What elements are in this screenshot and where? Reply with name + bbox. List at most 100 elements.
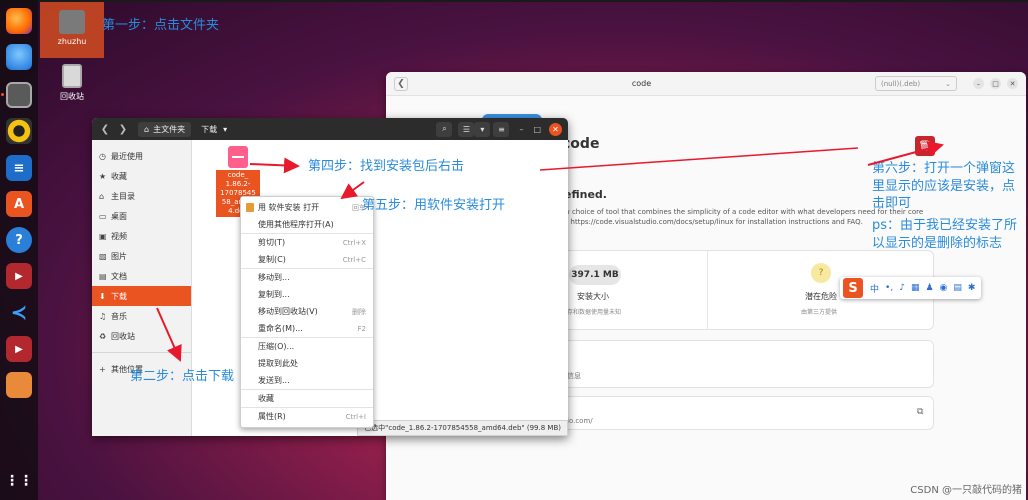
menu-item-extract-here[interactable]: 提取到此处 — [241, 355, 373, 372]
forward-nav-button[interactable]: ❯ — [116, 122, 130, 136]
menu-item-star[interactable]: 收藏 — [241, 390, 373, 407]
desktop-trash[interactable]: 回收站 — [40, 64, 104, 102]
menu-item-label: 重命名(M)... — [258, 324, 303, 333]
dock: ≡ A ? ▶ ≺ ▶ ⋮⋮ — [0, 0, 38, 500]
sidebar-item-documents[interactable]: ▤ 文档 — [92, 266, 191, 286]
menu-item-label: 复制(C) — [258, 255, 286, 264]
sidebar-item-pictures[interactable]: ▨ 图片 — [92, 246, 191, 266]
toolbox-icon[interactable]: ▤ — [953, 283, 962, 293]
menu-item-open-software-install[interactable]: 用 软件安装 打开 回车 — [241, 199, 373, 216]
back-button[interactable]: ❮ — [394, 76, 408, 91]
microphone-icon[interactable]: ♪ — [899, 283, 905, 293]
sidebar-item-starred[interactable]: ★ 收藏 — [92, 166, 191, 186]
maximize-button[interactable]: □ — [533, 125, 541, 134]
plus-icon: + — [99, 364, 106, 374]
details-info-text: 信息 — [567, 372, 581, 380]
close-button[interactable]: ✕ — [549, 122, 562, 136]
sidebar-item-music[interactable]: ♫ 音乐 — [92, 306, 191, 326]
sidebar-item-trash[interactable]: ♻ 回收站 — [92, 326, 191, 346]
source-select-value: (null)(.deb) — [881, 79, 921, 88]
watermark: CSDN @一只敲代码的猪 — [910, 485, 1022, 496]
list-view-icon: ☰ — [462, 124, 471, 134]
annotation-step5: 第五步：用软件安装打开 — [362, 198, 506, 213]
sidebar-item-videos[interactable]: ▣ 视频 — [92, 226, 191, 246]
skin-icon[interactable]: ♟ — [925, 283, 933, 293]
external-link-icon[interactable]: ⧉ — [917, 407, 923, 417]
menu-item-shortcut: Ctrl+I — [345, 412, 366, 421]
delete-button[interactable]: 🗑 — [915, 136, 935, 156]
link-text[interactable]: io.com/ — [567, 417, 593, 425]
menu-button[interactable]: ≡ — [493, 121, 510, 137]
sidebar-item-home[interactable]: ⌂ 主目录 — [92, 186, 191, 206]
ime-language-toggle[interactable]: 中 — [870, 282, 879, 295]
rhythmbox-icon[interactable] — [6, 118, 32, 144]
menu-item-label: 复制到... — [258, 290, 290, 299]
terminal-icon[interactable]: ▶ — [6, 263, 32, 289]
install-size-label: 安装大小 — [577, 292, 609, 301]
sidebar-item-recent[interactable]: ◷ 最近使用 — [92, 146, 191, 166]
menu-item-send-to[interactable]: 发送到... — [241, 372, 373, 389]
game-icon[interactable]: ◉ — [940, 283, 948, 293]
desktop-home-folder[interactable]: zhuzhu — [40, 2, 104, 58]
view-options-button[interactable]: ▾ — [474, 121, 491, 137]
firefox-icon[interactable] — [6, 8, 32, 34]
source-select[interactable]: (null)(.deb) ⌄ — [875, 76, 957, 91]
settings-icon[interactable]: ✱ — [968, 283, 976, 293]
menu-item-rename[interactable]: 重命名(M)... F2 — [241, 320, 373, 337]
keyboard-icon[interactable]: ▦ — [911, 283, 920, 293]
view-list-button[interactable]: ☰ — [458, 121, 475, 137]
search-button[interactable]: ⌕ — [436, 121, 453, 137]
sidebar-item-downloads[interactable]: ⬇ 下载 — [92, 286, 191, 306]
menu-item-open-with-other[interactable]: 使用其他程序打开(A) — [241, 216, 373, 233]
status-bar: 已选中"code_1.86.2-1707854558_amd64.deb" (9… — [357, 420, 568, 436]
sidebar-item-label: 下载 — [111, 291, 127, 301]
path-current-button[interactable]: 下载 ▾ — [195, 122, 233, 137]
file-name-line: code_ — [227, 171, 249, 179]
show-apps-icon[interactable]: ⋮⋮ — [5, 468, 33, 494]
sidebar-divider — [92, 352, 191, 353]
menu-item-label: 用 软件安装 打开 — [258, 203, 320, 212]
menu-item-copy[interactable]: 复制(C) Ctrl+C — [241, 251, 373, 268]
risk-note: 由第三方提供 — [801, 309, 838, 316]
archive-icon[interactable] — [6, 372, 32, 398]
link-card[interactable]: io.com/ ⧉ — [546, 396, 934, 430]
annotation-step1: 第一步：点击文件夹 — [102, 18, 220, 33]
minimize-button[interactable]: – — [973, 78, 984, 89]
menu-item-compress[interactable]: 压缩(O)... — [241, 338, 373, 355]
maximize-button[interactable]: □ — [990, 78, 1001, 89]
trash-icon — [62, 64, 82, 88]
close-button[interactable]: ✕ — [1007, 78, 1018, 89]
help-icon[interactable]: ? — [6, 227, 32, 253]
thunderbird-icon[interactable] — [6, 44, 32, 70]
menu-item-move-to-trash[interactable]: 移动到回收站(V) 删除 — [241, 303, 373, 320]
software-center-icon[interactable]: A — [6, 191, 32, 217]
menu-item-cut[interactable]: 剪切(T) Ctrl+X — [241, 234, 373, 251]
back-nav-button[interactable]: ❮ — [98, 122, 112, 136]
minimize-button[interactable]: – — [519, 125, 523, 134]
menu-item-properties[interactable]: 属性(R) Ctrl+I — [241, 408, 373, 425]
trash-bin-icon: 🗑 — [918, 140, 932, 152]
trash-label: 回收站 — [60, 92, 84, 101]
menu-item-label: 压缩(O)... — [258, 342, 295, 351]
sidebar-item-desktop[interactable]: ▭ 桌面 — [92, 206, 191, 226]
chevron-down-icon: ⌄ — [945, 79, 951, 88]
home-folder-label: zhuzhu — [57, 37, 87, 46]
menu-item-move-to[interactable]: 移动到... — [241, 269, 373, 286]
terminal2-icon[interactable]: ▶ — [6, 336, 32, 362]
hamburger-icon: ≡ — [498, 124, 505, 134]
punctuation-icon[interactable]: •, — [885, 283, 893, 293]
path-home-label: 主文件夹 — [153, 124, 186, 134]
path-home-button[interactable]: ⌂ 主文件夹 — [138, 121, 192, 137]
vscode-icon[interactable]: ≺ — [6, 299, 32, 325]
dropdown-icon: ▾ — [223, 124, 228, 134]
package-icon — [228, 146, 248, 168]
sidebar: ◷ 最近使用 ★ 收藏 ⌂ 主目录 ▭ 桌面 ▣ 视频 ▨ 图片 ▤ 文档 ⬇ 下载 ♫ 音乐 ♻… — [92, 140, 192, 436]
writer-icon[interactable]: ≡ — [6, 155, 32, 181]
music-icon: ♫ — [99, 311, 107, 321]
files-icon[interactable] — [6, 82, 32, 108]
menu-item-copy-to[interactable]: 复制到... — [241, 286, 373, 303]
warning-icon: ? — [811, 263, 831, 283]
sogou-logo-icon[interactable]: S — [843, 278, 863, 298]
sidebar-item-label: 收藏 — [111, 171, 127, 181]
software-install-icon — [246, 203, 254, 212]
